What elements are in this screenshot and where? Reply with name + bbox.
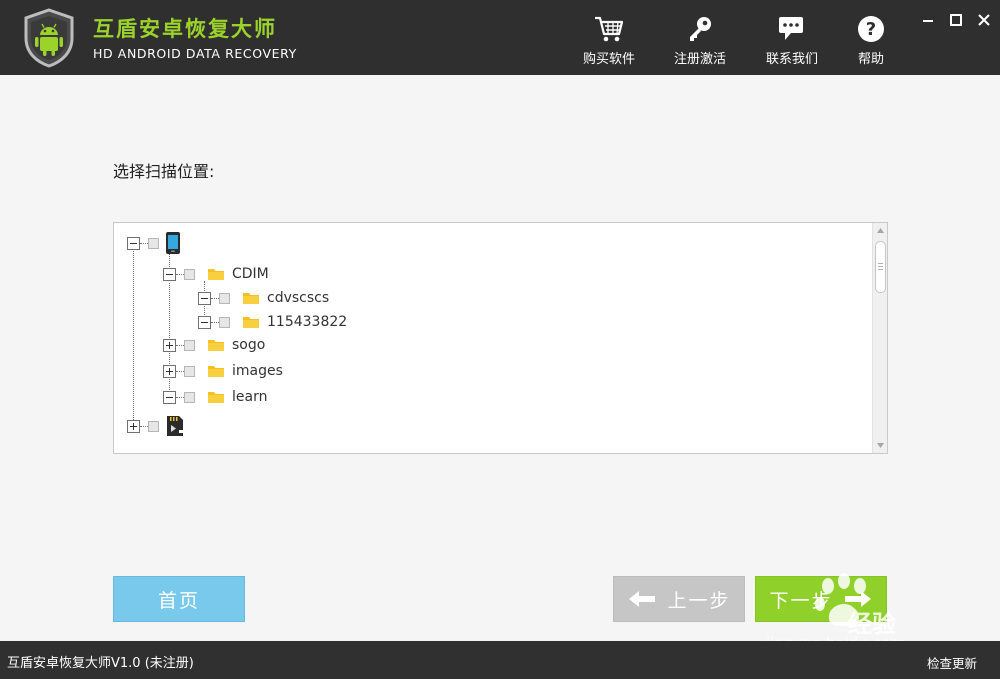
tree-connector <box>176 370 184 372</box>
tree-node-label: sogo <box>232 337 266 353</box>
tree-connector <box>176 273 184 275</box>
tree-connector <box>211 297 219 299</box>
expand-toggle[interactable] <box>163 338 176 352</box>
android-shield-logo <box>24 8 74 68</box>
tree-node-label: cdvscscs <box>267 290 330 306</box>
scan-location-label: 选择扫描位置: <box>113 162 215 181</box>
collapse-toggle[interactable] <box>198 315 211 329</box>
collapse-toggle[interactable] <box>163 390 176 404</box>
phone-icon <box>165 231 181 255</box>
tree-checkbox[interactable] <box>148 420 159 432</box>
tree-checkbox[interactable] <box>184 268 195 280</box>
chat-icon <box>779 17 803 40</box>
home-button-label: 首页 <box>157 589 200 612</box>
key-icon <box>690 17 711 41</box>
next-step-label: 下一步 <box>769 589 833 612</box>
folder-icon <box>207 338 225 352</box>
folder-icon <box>242 315 260 329</box>
scroll-thumb[interactable] <box>875 241 886 293</box>
register-activate-label: 注册激活 <box>673 52 726 67</box>
close-icon[interactable] <box>976 12 992 28</box>
contact-us-label: 联系我们 <box>765 52 818 67</box>
tree-node-label: 115433822 <box>267 314 348 330</box>
folder-icon <box>207 267 225 281</box>
scan-location-tree[interactable]: CDIM cdvscscs 115433822 sogo images lear… <box>113 222 888 454</box>
tree-node-images[interactable]: images <box>163 360 283 382</box>
scroll-down-arrow-icon[interactable] <box>875 440 886 451</box>
folder-icon <box>207 390 225 404</box>
title-bar: 互盾安卓恢复大师 HD ANDROID DATA RECOVERY 购买软件 注… <box>0 0 1000 75</box>
tree-node-cdim[interactable]: CDIM <box>163 263 269 285</box>
tree-node-label: images <box>232 363 283 379</box>
tree-connector <box>176 344 184 346</box>
help-icon: ? <box>858 16 884 42</box>
tree-node-label: CDIM <box>232 266 269 282</box>
tree-checkbox[interactable] <box>184 339 195 351</box>
tree-node-phone[interactable] <box>127 232 181 254</box>
collapse-toggle[interactable] <box>163 267 176 281</box>
status-bar: 互盾安卓恢复大师V1.0 (未注册) 检查更新 <box>0 641 1000 679</box>
tree-node-learn[interactable]: learn <box>163 386 267 408</box>
home-button[interactable]: 首页 <box>113 576 245 622</box>
app-version-status: 互盾安卓恢复大师V1.0 (未注册) <box>7 656 194 671</box>
tree-node-cdvscscs[interactable]: cdvscscs <box>198 287 329 309</box>
register-activate-button[interactable]: 注册激活 <box>665 14 735 67</box>
arrow-right-icon <box>844 591 871 607</box>
tree-node-label: learn <box>232 389 268 405</box>
tree-checkbox[interactable] <box>184 391 195 403</box>
contact-us-button[interactable]: 联系我们 <box>757 14 827 67</box>
tree-connector <box>140 425 148 427</box>
tree-scrollbar[interactable] <box>872 223 887 453</box>
tree-checkbox[interactable] <box>148 237 159 249</box>
previous-step-label: 上一步 <box>667 589 731 612</box>
app-subtitle: HD ANDROID DATA RECOVERY <box>93 46 297 61</box>
tree-node-sdcard[interactable] <box>127 415 185 437</box>
buy-software-label: 购买软件 <box>582 52 635 67</box>
folder-icon <box>207 364 225 378</box>
expand-toggle[interactable] <box>163 364 176 378</box>
folder-icon <box>242 291 260 305</box>
buy-software-button[interactable]: 购买软件 <box>574 14 644 67</box>
tree-checkbox[interactable] <box>184 365 195 377</box>
svg-text:?: ? <box>866 19 876 40</box>
next-step-button[interactable]: 下一步 <box>755 576 887 622</box>
tree-connector <box>140 242 148 244</box>
tree-connector <box>133 249 134 426</box>
check-update-link[interactable]: 检查更新 <box>927 653 977 672</box>
maximize-icon[interactable] <box>948 12 964 28</box>
tree-checkbox[interactable] <box>219 316 230 328</box>
arrow-left-icon <box>629 591 656 607</box>
previous-step-button[interactable]: 上一步 <box>613 576 745 622</box>
tree-node-115433822[interactable]: 115433822 <box>198 311 347 333</box>
scroll-up-arrow-icon[interactable] <box>875 225 886 236</box>
help-label: 帮助 <box>857 52 884 67</box>
collapse-toggle[interactable] <box>198 291 211 305</box>
tree-connector <box>176 396 184 398</box>
tree-checkbox[interactable] <box>219 292 230 304</box>
expand-toggle[interactable] <box>127 419 140 433</box>
app-title: 互盾安卓恢复大师 <box>93 17 277 41</box>
sdcard-icon <box>165 415 185 437</box>
collapse-toggle[interactable] <box>127 236 140 250</box>
minimize-icon[interactable] <box>920 12 936 28</box>
cart-icon <box>595 16 624 42</box>
tree-connector <box>211 321 219 323</box>
tree-node-sogo[interactable]: sogo <box>163 334 265 356</box>
help-button[interactable]: ? 帮助 <box>836 14 906 67</box>
